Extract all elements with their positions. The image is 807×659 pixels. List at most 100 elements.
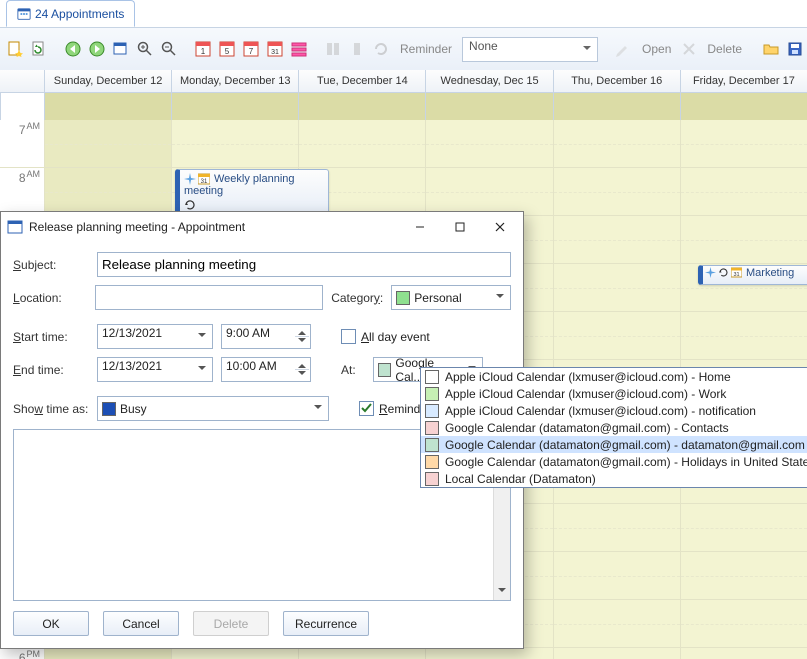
event-marketing[interactable]: 31 Marketing — [698, 265, 807, 285]
day-1-icon: 1 — [195, 41, 211, 57]
end-date-input[interactable]: 12/13/2021 — [97, 357, 213, 382]
time-slot[interactable] — [553, 552, 680, 600]
view-schedule-button[interactable] — [290, 38, 308, 60]
location-input[interactable] — [95, 285, 323, 310]
dropdown-item[interactable]: Apple iCloud Calendar (lxmuser@icloud.co… — [421, 385, 807, 402]
view-workweek-button[interactable]: 5 — [218, 38, 236, 60]
time-slot[interactable] — [553, 648, 680, 659]
allday-cell[interactable] — [298, 93, 425, 121]
group-button-1[interactable] — [324, 38, 342, 60]
day-header[interactable]: Wednesday, Dec 15 — [425, 70, 552, 92]
dropdown-item[interactable]: Apple iCloud Calendar (lxmuser@icloud.co… — [421, 368, 807, 385]
time-slot[interactable] — [553, 600, 680, 648]
group-button-3[interactable] — [372, 38, 390, 60]
new-recurring-button[interactable] — [30, 38, 48, 60]
dropdown-item[interactable]: Google Calendar (datamaton@gmail.com) - … — [421, 419, 807, 436]
zoom-out-button[interactable] — [160, 38, 178, 60]
category-select[interactable]: Personal — [391, 285, 511, 310]
group-button-2[interactable] — [348, 38, 366, 60]
time-slot[interactable] — [44, 648, 171, 659]
save-button[interactable] — [786, 38, 804, 60]
allday-cell[interactable] — [680, 93, 807, 121]
close-button[interactable] — [483, 216, 517, 238]
scroll-down[interactable] — [494, 584, 510, 600]
spin-down[interactable] — [295, 370, 309, 380]
open-icon-button[interactable] — [614, 38, 632, 60]
open-label[interactable]: Open — [638, 42, 675, 56]
cancel-button[interactable]: Cancel — [103, 611, 179, 636]
end-time-input[interactable]: 10:00 AM — [221, 357, 311, 382]
dropdown-item[interactable]: Google Calendar (datamaton@gmail.com) - … — [421, 453, 807, 470]
start-time-input[interactable]: 9:00 AM — [221, 324, 311, 349]
time-slot[interactable] — [680, 120, 807, 168]
dropdown-item[interactable]: Local Calendar (Datamaton) — [421, 470, 807, 487]
time-slot[interactable] — [425, 168, 552, 216]
allday-checkbox[interactable]: All day event — [341, 329, 430, 344]
recurrence-button[interactable]: Recurrence — [283, 611, 369, 636]
start-date-input[interactable]: 12/13/2021 — [97, 324, 213, 349]
at-dropdown-list[interactable]: Apple iCloud Calendar (lxmuser@icloud.co… — [420, 367, 807, 488]
subject-input[interactable] — [97, 252, 511, 277]
allday-cell[interactable] — [425, 93, 552, 121]
page-refresh-icon — [31, 41, 47, 57]
time-slot[interactable] — [298, 120, 425, 168]
folder-open-button[interactable] — [762, 38, 780, 60]
time-slot[interactable] — [171, 648, 298, 659]
time-slot[interactable] — [680, 600, 807, 648]
dropdown-item[interactable]: Apple iCloud Calendar (lxmuser@icloud.co… — [421, 402, 807, 419]
day-header[interactable]: Sunday, December 12 — [44, 70, 171, 92]
delete-label[interactable]: Delete — [703, 42, 746, 56]
allday-cell[interactable] — [44, 93, 171, 121]
time-slot[interactable] — [425, 648, 552, 659]
zoom-in-button[interactable] — [136, 38, 154, 60]
day-header[interactable]: Monday, December 13 — [171, 70, 298, 92]
allday-gutter — [0, 93, 44, 121]
delete-icon-button[interactable] — [681, 38, 697, 60]
spin-down[interactable] — [295, 337, 309, 347]
ok-button[interactable]: OK — [13, 611, 89, 636]
showas-select[interactable]: Busy — [97, 396, 329, 421]
time-slot[interactable] — [553, 264, 680, 312]
next-button[interactable] — [88, 38, 106, 60]
dropdown-item-label: Apple iCloud Calendar (lxmuser@icloud.co… — [445, 370, 731, 384]
subject-label: Subject: — [13, 258, 89, 272]
time-slot[interactable] — [298, 648, 425, 659]
time-slot[interactable] — [171, 120, 298, 168]
day-header[interactable]: Tue, December 14 — [298, 70, 425, 92]
time-slot[interactable] — [680, 552, 807, 600]
time-slot[interactable] — [553, 312, 680, 360]
hour-gutter: 7AM — [0, 120, 44, 168]
dropdown-item-label: Google Calendar (datamaton@gmail.com) - … — [445, 421, 729, 435]
time-slot[interactable] — [553, 168, 680, 216]
time-slot[interactable] — [680, 504, 807, 552]
time-slot[interactable] — [680, 168, 807, 216]
time-slot[interactable] — [680, 648, 807, 659]
day-header[interactable]: Friday, December 17 — [680, 70, 807, 92]
maximize-button[interactable] — [443, 216, 477, 238]
allday-cell[interactable] — [171, 93, 298, 121]
tab-appointments[interactable]: 24 Appointments — [6, 0, 135, 27]
new-appointment-button[interactable] — [6, 38, 24, 60]
tab-label: 24 Appointments — [35, 7, 124, 21]
minimize-button[interactable] — [403, 216, 437, 238]
spin-up[interactable] — [295, 326, 309, 337]
dropdown-item[interactable]: Google Calendar (datamaton@gmail.com) - … — [421, 436, 807, 453]
time-slot[interactable] — [44, 120, 171, 168]
spin-up[interactable] — [295, 359, 309, 370]
allday-cell[interactable] — [553, 93, 680, 121]
time-slot[interactable] — [553, 216, 680, 264]
time-slot[interactable] — [425, 120, 552, 168]
time-slot[interactable] — [680, 312, 807, 360]
view-month-button[interactable]: 31 — [266, 38, 284, 60]
time-slot[interactable] — [553, 120, 680, 168]
time-slot[interactable] — [680, 216, 807, 264]
reminder-select[interactable]: None — [462, 37, 598, 62]
time-slot[interactable] — [44, 168, 171, 216]
goto-date-button[interactable] — [112, 38, 130, 60]
view-week-button[interactable]: 7 — [242, 38, 260, 60]
event-weekly-planning[interactable]: 31 Weekly planning meeting — [175, 169, 329, 215]
day-header[interactable]: Thu, December 16 — [553, 70, 680, 92]
prev-button[interactable] — [64, 38, 82, 60]
time-slot[interactable] — [553, 504, 680, 552]
view-day-button[interactable]: 1 — [194, 38, 212, 60]
